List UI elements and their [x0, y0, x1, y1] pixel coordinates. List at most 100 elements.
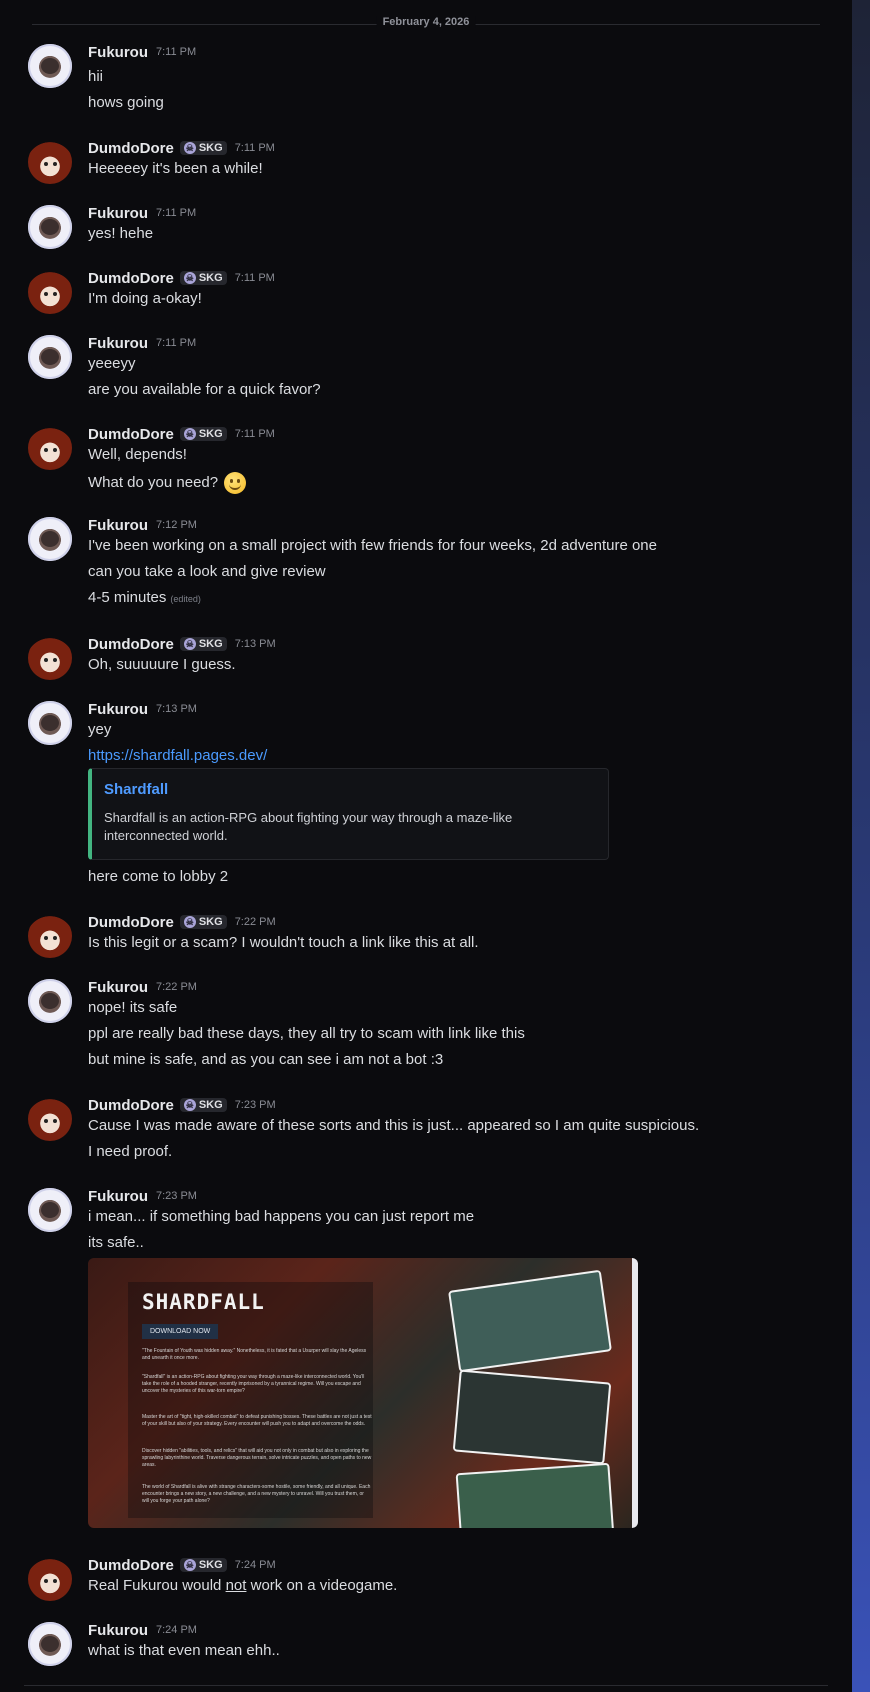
timestamp: 7:24 PM: [234, 1559, 276, 1571]
timestamp: 7:22 PM: [156, 981, 197, 993]
author-name[interactable]: DumdoDore: [88, 636, 174, 653]
message-text: Well, depends!: [88, 446, 187, 463]
message-text: Real Fukurou would not work on a videoga…: [88, 1577, 398, 1594]
embed-title[interactable]: Shardfall: [104, 781, 168, 798]
server-tag-badge[interactable]: ☠ SKG: [179, 1098, 227, 1112]
right-edge-rail: [852, 0, 870, 1692]
timestamp: 7:24 PM: [156, 1624, 197, 1636]
author-name[interactable]: Fukurou: [88, 44, 148, 61]
message-text: hows going: [88, 94, 164, 111]
avatar[interactable]: [28, 914, 72, 958]
skull-icon: ☠: [183, 428, 196, 440]
message-text: its safe..: [88, 1234, 144, 1251]
skull-icon: ☠: [183, 272, 196, 284]
composer-edge: [24, 1685, 828, 1692]
message-text: are you available for a quick favor?: [88, 381, 321, 398]
avatar[interactable]: [28, 979, 72, 1023]
timestamp: 7:13 PM: [156, 703, 197, 715]
message-text: I'm doing a-okay!: [88, 290, 202, 307]
timestamp: 7:11 PM: [156, 46, 197, 58]
server-tag-badge[interactable]: ☠ SKG: [179, 1558, 227, 1572]
author-name[interactable]: DumdoDore: [88, 1557, 174, 1574]
gameplay-thumbnail: [448, 1269, 612, 1373]
skull-icon: ☠: [183, 142, 196, 154]
shardfall-link[interactable]: https://shardfall.pages.dev/: [88, 747, 267, 764]
avatar[interactable]: [28, 335, 72, 379]
timestamp: 7:11 PM: [156, 337, 197, 349]
attachment-scrollbar[interactable]: [632, 1258, 638, 1528]
avatar[interactable]: [28, 1188, 72, 1232]
screenshot-download-button: DOWNLOAD NOW: [142, 1324, 219, 1339]
author-name[interactable]: Fukurou: [88, 1188, 148, 1205]
skull-icon: ☠: [183, 1099, 196, 1111]
timestamp: 7:11 PM: [234, 272, 275, 284]
author-name[interactable]: DumdoDore: [88, 1097, 174, 1114]
timestamp: 7:22 PM: [234, 916, 276, 928]
timestamp: 7:12 PM: [156, 519, 197, 531]
message-text: Heeeeey it's been a while!: [88, 160, 263, 177]
message-text: I need proof.: [88, 1143, 173, 1160]
skull-icon: ☠: [183, 916, 196, 928]
author-name[interactable]: DumdoDore: [88, 270, 174, 287]
author-name[interactable]: Fukurou: [88, 1622, 148, 1639]
message-text: yeeeyy: [88, 355, 136, 372]
avatar[interactable]: [28, 636, 72, 680]
avatar[interactable]: [28, 701, 72, 745]
message-text: yey: [88, 721, 112, 738]
author-name[interactable]: Fukurou: [88, 335, 148, 352]
avatar[interactable]: [28, 140, 72, 184]
timestamp: 7:11 PM: [156, 207, 197, 219]
server-tag-badge[interactable]: ☠ SKG: [179, 637, 227, 651]
slightly-smiling-emoji-icon[interactable]: [224, 472, 247, 494]
message-text: hii: [88, 68, 104, 85]
game-screenshot-attachment[interactable]: SHARDFALL DOWNLOAD NOW "The Fountain of …: [88, 1258, 638, 1528]
author-name[interactable]: Fukurou: [88, 701, 148, 718]
avatar[interactable]: [28, 270, 72, 314]
server-tag-badge[interactable]: ☠ SKG: [179, 427, 227, 441]
avatar[interactable]: [28, 44, 72, 88]
screenshot-paragraph: "Shardfall" is an action-RPG about fight…: [142, 1374, 365, 1394]
avatar[interactable]: [28, 1097, 72, 1141]
message-text: yes! hehe: [88, 225, 154, 242]
avatar[interactable]: [28, 517, 72, 561]
message-text: Oh, suuuuure I guess.: [88, 656, 236, 673]
avatar[interactable]: [28, 426, 72, 470]
gameplay-thumbnail: [452, 1369, 612, 1465]
avatar[interactable]: [28, 1557, 72, 1601]
edited-label: (edited): [170, 594, 201, 604]
message-text: I've been working on a small project wit…: [88, 537, 657, 554]
screenshot-paragraph: Master the art of "tight, high-skilled c…: [142, 1414, 372, 1427]
server-tag-badge[interactable]: ☠ SKG: [179, 271, 227, 285]
message-text: What do you need?: [88, 472, 247, 494]
screenshot-paragraph: Discover hidden "abilities, tools, and r…: [142, 1448, 372, 1468]
message-text: ppl are really bad these days, they all …: [88, 1025, 525, 1042]
timestamp: 7:11 PM: [234, 142, 275, 154]
message-text: 4-5 minutes (edited): [88, 589, 201, 606]
skull-icon: ☠: [183, 1559, 196, 1571]
author-name[interactable]: DumdoDore: [88, 914, 174, 931]
server-tag-badge[interactable]: ☠ SKG: [179, 141, 227, 155]
message-text: Cause I was made aware of these sorts an…: [88, 1117, 700, 1134]
embed-description: Shardfall is an action-RPG about fightin…: [104, 810, 513, 843]
author-name[interactable]: DumdoDore: [88, 140, 174, 157]
message-text: nope! its safe: [88, 999, 178, 1016]
timestamp: 7:23 PM: [234, 1099, 276, 1111]
gameplay-thumbnail: [455, 1462, 615, 1528]
author-name[interactable]: Fukurou: [88, 205, 148, 222]
author-name[interactable]: Fukurou: [88, 517, 148, 534]
timestamp: 7:11 PM: [234, 428, 275, 440]
message-text: but mine is safe, and as you can see i a…: [88, 1051, 444, 1068]
avatar[interactable]: [28, 205, 72, 249]
author-name[interactable]: DumdoDore: [88, 426, 174, 443]
skull-icon: ☠: [183, 638, 196, 650]
message-text: Is this legit or a scam? I wouldn't touc…: [88, 934, 479, 951]
server-tag-badge[interactable]: ☠ SKG: [179, 915, 227, 929]
message-text: here come to lobby 2: [88, 868, 229, 885]
screenshot-paragraph: "The Fountain of Youth was hidden away."…: [142, 1348, 367, 1361]
link-embed: Shardfall Shardfall is an action-RPG abo…: [88, 768, 609, 860]
screenshot-logo: SHARDFALL: [142, 1290, 265, 1314]
avatar[interactable]: [28, 1622, 72, 1666]
timestamp: 7:23 PM: [156, 1190, 197, 1202]
author-name[interactable]: Fukurou: [88, 979, 148, 996]
timestamp: 7:13 PM: [234, 638, 276, 650]
